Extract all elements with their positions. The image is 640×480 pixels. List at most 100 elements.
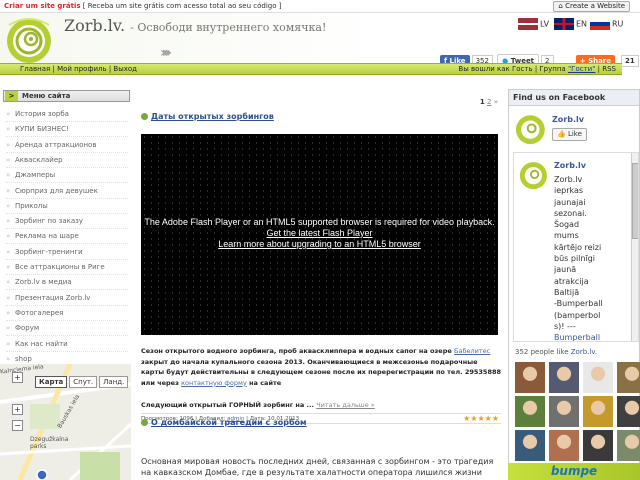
sidebar-item[interactable]: Форум xyxy=(6,321,128,337)
site-title: Zorb.lv. - Освободи внутреннего хомячка! xyxy=(64,16,327,35)
babelites-link[interactable]: Бабелитес xyxy=(454,347,490,355)
map-tab-satellite[interactable]: Спут. xyxy=(69,376,98,388)
read-more-link[interactable]: Читать дальше » xyxy=(316,401,375,409)
fan-avatar[interactable] xyxy=(515,362,545,393)
sidebar-item[interactable]: Джамперы xyxy=(6,168,128,184)
latvia-flag-icon xyxy=(518,18,538,30)
bumperball-banner[interactable]: bumpe xyxy=(508,463,640,480)
sidebar-item[interactable]: Зорбинг по заказу xyxy=(6,214,128,230)
zorb-logo-icon[interactable] xyxy=(4,15,56,65)
facebook-widget: Find us on Facebook Zorb.lv 👍 Like Zorb.… xyxy=(508,89,640,480)
post-title-2[interactable]: О домбайской трагедии с зорбом xyxy=(141,418,307,427)
sidebar-item[interactable]: Фотогалерея xyxy=(6,306,128,321)
sidebar-item[interactable]: Аквасклайер xyxy=(6,153,128,168)
lang-lv[interactable]: LV xyxy=(518,18,549,30)
nav-home[interactable]: Главная xyxy=(20,65,50,73)
fan-avatar[interactable] xyxy=(549,430,579,461)
post-title-1[interactable]: Даты открытых зорбингов xyxy=(141,112,274,121)
sidebar-item[interactable]: Приколы xyxy=(6,199,128,214)
facebook-header: Find us on Facebook xyxy=(509,90,639,106)
bumperball-link[interactable]: Bumperball xyxy=(554,333,600,341)
promo-text: [ Receba um site grátis com acesso total… xyxy=(82,2,282,10)
fan-avatar[interactable] xyxy=(515,396,545,427)
sidebar-item[interactable]: Зорбинг-тренинги xyxy=(6,245,128,260)
feed-author[interactable]: Zorb.lv xyxy=(554,161,586,170)
rss-link[interactable]: RSS xyxy=(602,65,616,73)
page-current: 1 xyxy=(479,98,485,106)
uk-flag-icon xyxy=(554,18,574,30)
zoom-in-button[interactable]: + xyxy=(12,404,23,415)
bullet-icon xyxy=(141,419,148,426)
promo-link[interactable]: Criar um site grátis xyxy=(4,2,81,10)
get-flash-link[interactable]: Get the latest Flash Player xyxy=(266,228,372,238)
sidebar-item[interactable]: Реклама на шаре xyxy=(6,229,128,245)
scrollbar-thumb[interactable] xyxy=(632,163,638,239)
map-tab-terrain[interactable]: Ланд. xyxy=(99,376,129,388)
feed-text: Zorb.lv ieprkas jaunajai sezonai. Šogad … xyxy=(554,175,603,342)
html5-info-link[interactable]: Learn more about upgrading to an HTML5 b… xyxy=(218,239,421,249)
chevron-right-icon: ››››› xyxy=(160,45,172,61)
map-type-tabs: Карта Спут. Ланд. xyxy=(35,376,129,388)
facebook-like-button[interactable]: 👍 Like xyxy=(552,128,587,141)
facebook-page-name[interactable]: Zorb.lv xyxy=(552,115,584,124)
fan-avatar[interactable] xyxy=(549,396,579,427)
fan-avatar[interactable] xyxy=(617,362,640,393)
sidebar-item[interactable]: Презентация Zorb.lv xyxy=(6,291,128,306)
thumbs-up-icon: 👍 xyxy=(557,130,566,138)
nav-logout[interactable]: Выход xyxy=(113,65,137,73)
zoom-out-button[interactable]: − xyxy=(12,420,23,431)
fans-page-link[interactable]: Zorb.lv. xyxy=(571,348,597,356)
contact-form-link[interactable]: контактную форму xyxy=(181,379,247,387)
fan-avatar[interactable] xyxy=(617,396,640,427)
nav-links: Главная | Мой профиль | Выход xyxy=(20,65,138,73)
sidebar: > Меню сайта История зорбаКУПИ БИЗНЕС!Ар… xyxy=(0,89,131,367)
flash-required-text: The Adobe Flash Player or an HTML5 suppo… xyxy=(144,217,495,227)
main-content: 1 2 » Даты открытых зорбингов The Adobe … xyxy=(136,92,503,480)
zorb-avatar-icon[interactable] xyxy=(514,112,548,146)
feed-scrollbar[interactable] xyxy=(631,153,638,341)
fan-avatar[interactable] xyxy=(515,430,545,461)
flash-message: The Adobe Flash Player or an HTML5 suppo… xyxy=(141,217,498,250)
page-next[interactable]: 2 xyxy=(487,98,491,106)
nav-bar: Главная | Мой профиль | Выход Вы вошли к… xyxy=(0,63,622,75)
menu-header: > Меню сайта xyxy=(3,90,130,102)
rating-stars-icon[interactable]: ★★★★★ xyxy=(463,414,499,424)
map-label-park: Dzegužkalna parks xyxy=(30,436,69,450)
nav-profile[interactable]: Мой профиль xyxy=(57,65,107,73)
map-tab-map[interactable]: Карта xyxy=(35,376,68,388)
create-website-label: Create a Website xyxy=(565,2,625,10)
sidebar-item[interactable]: Сюрприз для девушек xyxy=(6,184,128,199)
feed-avatar-icon[interactable] xyxy=(518,159,550,191)
site-subtitle: - Освободи внутреннего хомячка! xyxy=(130,21,327,34)
next-event: Следующий открытый ГОРНЫЙ зорбинг на ...… xyxy=(141,401,375,409)
facebook-feed[interactable]: Zorb.lv Zorb.lv ieprkas jaunajai sezonai… xyxy=(513,152,639,342)
group-label: Группа xyxy=(539,65,566,73)
fan-avatar[interactable] xyxy=(583,362,613,393)
fan-avatar[interactable] xyxy=(617,430,640,461)
video-player[interactable]: The Adobe Flash Player or an HTML5 suppo… xyxy=(141,134,498,335)
user-status: Вы вошли как Гость | Группа "Гости" | RS… xyxy=(458,65,616,73)
post-body-2: Основная мировая новость последних дней,… xyxy=(141,457,494,480)
sidebar-item[interactable]: Все аттракционы в Риге xyxy=(6,260,128,275)
share-count: 21 xyxy=(621,55,639,67)
pagination: 1 2 » xyxy=(480,98,498,106)
sidebar-item[interactable]: История зорба xyxy=(6,107,128,122)
map-widget[interactable]: Карта Спут. Ланд. + + − Dzegužkalna park… xyxy=(0,364,131,480)
sidebar-item[interactable]: КУПИ БИЗНЕС! xyxy=(6,122,128,138)
page-next-arrow[interactable]: » xyxy=(494,98,498,106)
site-header: Zorb.lv. - Освободи внутреннего хомячка!… xyxy=(0,13,640,67)
group-link[interactable]: "Гости" xyxy=(568,65,595,73)
create-website-button[interactable]: ⌂ Create a Website xyxy=(553,1,630,12)
top-promo-bar: Criar um site grátis [ Receba um site gr… xyxy=(0,0,640,13)
lang-ru[interactable]: RU xyxy=(590,18,623,30)
fan-avatar[interactable] xyxy=(583,396,613,427)
fan-avatar[interactable] xyxy=(549,362,579,393)
fan-avatar[interactable] xyxy=(583,430,613,461)
fans-count: 352 people like Zorb.lv. xyxy=(515,348,598,356)
arrow-right-icon: > xyxy=(5,91,18,101)
lang-en[interactable]: EN xyxy=(554,18,587,30)
russia-flag-icon xyxy=(590,18,610,30)
sidebar-item[interactable]: Аренда аттракционов xyxy=(6,138,128,153)
sidebar-item[interactable]: Zorb.lv в медиа xyxy=(6,275,128,291)
sidebar-item[interactable]: Как нас найти xyxy=(6,337,128,352)
